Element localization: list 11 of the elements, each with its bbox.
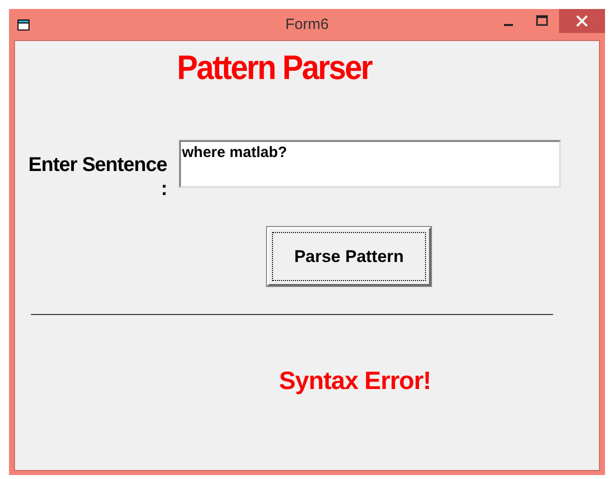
app-icon <box>17 18 31 32</box>
parse-button[interactable]: Parse Pattern <box>267 227 431 286</box>
close-icon <box>576 15 588 27</box>
app-heading: Pattern Parser <box>177 49 372 88</box>
sentence-field[interactable]: where matlab? <box>179 140 561 188</box>
window-title: Form6 <box>285 16 329 33</box>
sentence-label: Enter Sentence : <box>27 153 167 201</box>
minimize-icon <box>504 24 512 26</box>
close-button[interactable] <box>559 9 605 33</box>
maximize-icon <box>536 15 548 27</box>
result-message: Syntax Error! <box>279 367 431 396</box>
